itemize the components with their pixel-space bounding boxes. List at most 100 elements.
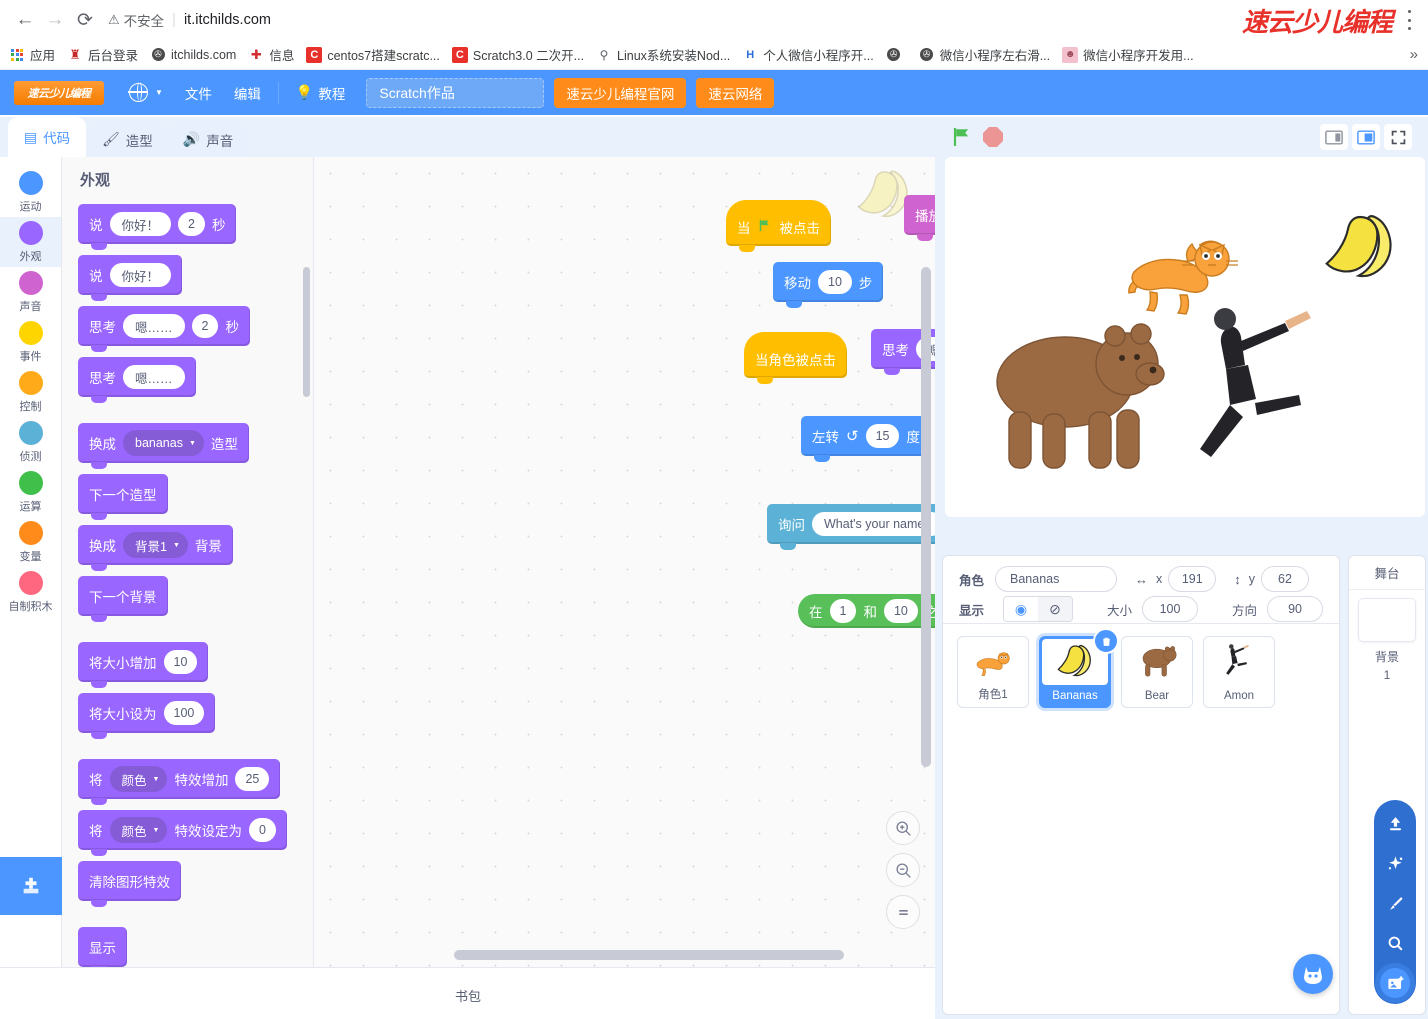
workspace-block-when-flag-clicked[interactable]: 当 被点击 (726, 200, 831, 252)
backpack-panel[interactable]: 书包 (0, 967, 935, 1019)
bookmark-centos7-scratch[interactable]: C centos7搭建scratc... (306, 45, 440, 64)
block-input[interactable]: 100 (163, 701, 205, 725)
image-plus-icon[interactable] (1380, 968, 1410, 998)
eye-slash-icon[interactable]: ⊘ (1037, 597, 1072, 621)
zoom-reset-icon[interactable] (886, 895, 920, 929)
official-site-button[interactable]: 速云少儿编程官网 (554, 77, 687, 108)
sprite-name-input[interactable]: Bananas (995, 566, 1117, 592)
tab-code[interactable]: ▤ 代码 (8, 117, 86, 157)
scratch-logo[interactable]: 速云少儿编程 (14, 80, 104, 105)
category-sound[interactable]: 声音 (0, 267, 61, 317)
tab-costumes[interactable]: 🖌 造型 (88, 122, 167, 157)
workspace-vertical-scrollbar[interactable] (921, 267, 931, 767)
block-input[interactable]: 嗯…… (123, 365, 185, 389)
add-sprite-cat-button[interactable] (1293, 954, 1333, 994)
palette-block-say-secs[interactable]: 说 你好！ 2 秒 (78, 204, 313, 250)
code-workspace[interactable]: 当 被点击 播放声音 Bite ▼ 等待播完 (314, 157, 935, 967)
workspace-block-pick-random[interactable]: 在 1 和 10 之间取随机数 (798, 594, 935, 628)
direction-input[interactable]: 90 (1267, 596, 1324, 622)
block-input[interactable]: 10 (163, 650, 198, 674)
block-input[interactable]: 0 (248, 818, 276, 842)
paintbrush-icon[interactable] (1380, 888, 1410, 918)
bookmark-wechat-swipe[interactable]: ✇ 微信小程序左右滑... (919, 45, 1050, 64)
x-input[interactable]: 191 (1168, 566, 1217, 592)
address-bar[interactable]: ⚠ 不安全 | it.itchilds.com (108, 6, 1418, 34)
block-input[interactable]: 1 (829, 599, 857, 623)
tutorials-menu[interactable]: 💡 教程 (285, 78, 356, 108)
palette-block-switch-backdrop[interactable]: 换成 背景1 ▼ 背景 (78, 525, 313, 571)
effect-dropdown[interactable]: 颜色 ▼ (109, 766, 168, 792)
workspace-block-turn-left-degrees[interactable]: 左转 ↺ 15 度 (801, 416, 931, 462)
costume-dropdown[interactable]: bananas ▼ (123, 430, 204, 456)
bookmark-admin-login[interactable]: ♜ 后台登录 (67, 45, 138, 64)
workspace-block-ask-and-wait[interactable]: 询问 What's your name? 并等待 (767, 504, 935, 550)
palette-block-change-effect[interactable]: 将 颜色 ▼ 特效增加 25 (78, 759, 313, 805)
sprite-item-amon[interactable]: Amon (1203, 636, 1275, 708)
bookmark-info[interactable]: ✚ 信息 (248, 45, 294, 64)
bookmark-wechat-miniprogram-dev[interactable]: H 个人微信小程序开... (742, 45, 874, 64)
category-operators[interactable]: 运算 (0, 467, 61, 517)
sparkle-icon[interactable] (1380, 848, 1410, 878)
file-menu[interactable]: 文件 (174, 78, 223, 108)
block-input[interactable]: 你好！ (109, 263, 172, 287)
category-looks[interactable]: 外观 (0, 217, 61, 267)
size-input[interactable]: 100 (1142, 596, 1198, 622)
browser-menu-button[interactable] (1400, 10, 1418, 30)
sprite-item-bananas[interactable]: Bananas (1039, 628, 1119, 708)
large-stage-button[interactable] (1352, 124, 1380, 150)
bookmark-scratch3-dev[interactable]: C Scratch3.0 二次开... (451, 45, 584, 64)
palette-block-think-secs[interactable]: 思考 嗯…… 2 秒 (78, 306, 313, 352)
bookmarks-overflow-button[interactable]: » (1410, 46, 1418, 63)
project-title-input[interactable]: Scratch作品 (366, 77, 545, 108)
green-flag-icon[interactable] (951, 125, 975, 149)
palette-block-next-costume[interactable]: 下一个造型 (78, 474, 313, 520)
zoom-in-icon[interactable] (886, 811, 920, 845)
block-input[interactable]: 15 (865, 424, 900, 448)
block-input[interactable]: 你好！ (109, 212, 172, 236)
delete-icon[interactable] (1093, 628, 1119, 654)
block-palette[interactable]: 外观 说 你好！ 2 秒 说 你好！ 思考 嗯…… 2 秒 思考 嗯…… 换成 … (62, 157, 314, 967)
block-input[interactable]: 25 (235, 767, 270, 791)
language-menu[interactable]: ▼ (118, 78, 174, 108)
workspace-block-when-sprite-clicked[interactable]: 当角色被点击 (744, 332, 847, 384)
palette-block-clear-effects[interactable]: 清除图形特效 (78, 861, 313, 907)
block-input[interactable]: 嗯…… (123, 314, 185, 338)
back-button[interactable]: ← (10, 5, 40, 35)
palette-block-show[interactable]: 显示 (78, 927, 313, 967)
magnifier-icon[interactable] (1380, 928, 1410, 958)
block-input[interactable]: 10 (883, 599, 918, 623)
palette-block-say[interactable]: 说 你好！ (78, 255, 313, 301)
palette-block-think[interactable]: 思考 嗯…… (78, 357, 313, 403)
sprite-item-bear[interactable]: Bear (1121, 636, 1193, 708)
block-input[interactable]: 10 (818, 270, 852, 294)
bookmark-apps[interactable]: 应用 (9, 45, 55, 64)
blank-backdrop-thumb[interactable] (1358, 598, 1416, 642)
category-sensing[interactable]: 侦测 (0, 417, 61, 467)
workspace-block-play-sound-until-done[interactable]: 播放声音 Bite ▼ 等待播完 (904, 195, 935, 241)
palette-block-switch-costume[interactable]: 换成 bananas ▼ 造型 (78, 423, 313, 469)
edit-menu[interactable]: 编辑 (223, 78, 272, 108)
add-extension-button[interactable] (0, 857, 62, 915)
block-input[interactable]: 2 (191, 314, 219, 338)
sprite-item-cat[interactable]: 角色1 (957, 636, 1029, 708)
reload-button[interactable]: ⟳ (70, 5, 100, 35)
network-site-button[interactable]: 速云网络 (696, 77, 775, 108)
y-input[interactable]: 62 (1261, 566, 1309, 592)
eye-icon[interactable]: ◉ (1004, 597, 1038, 621)
category-events[interactable]: 事件 (0, 317, 61, 367)
workspace-block-move-steps[interactable]: 移动 10 步 (773, 262, 884, 308)
palette-scrollbar[interactable] (303, 267, 310, 397)
bookmark-wechat-dev-usage[interactable]: ☻ 微信小程序开发用... (1062, 45, 1194, 64)
category-my-blocks[interactable]: 自制积木 (0, 567, 61, 617)
stage-canvas[interactable] (945, 157, 1425, 517)
block-input[interactable]: 2 (178, 212, 205, 236)
workspace-horizontal-scrollbar[interactable] (454, 950, 844, 960)
palette-block-change-size[interactable]: 将大小增加 10 (78, 642, 313, 688)
forward-button[interactable]: → (40, 5, 70, 35)
palette-block-set-effect[interactable]: 将 颜色 ▼ 特效设定为 0 (78, 810, 313, 856)
tab-sounds[interactable]: 🔊 声音 (168, 122, 248, 157)
bookmark-linux-node[interactable]: ⚲ Linux系统安装Nod... (596, 45, 731, 64)
category-motion[interactable]: 运动 (0, 167, 61, 217)
bookmark-itchilds[interactable]: ✇ itchilds.com (150, 47, 236, 63)
stop-sign-icon[interactable] (983, 127, 1003, 147)
